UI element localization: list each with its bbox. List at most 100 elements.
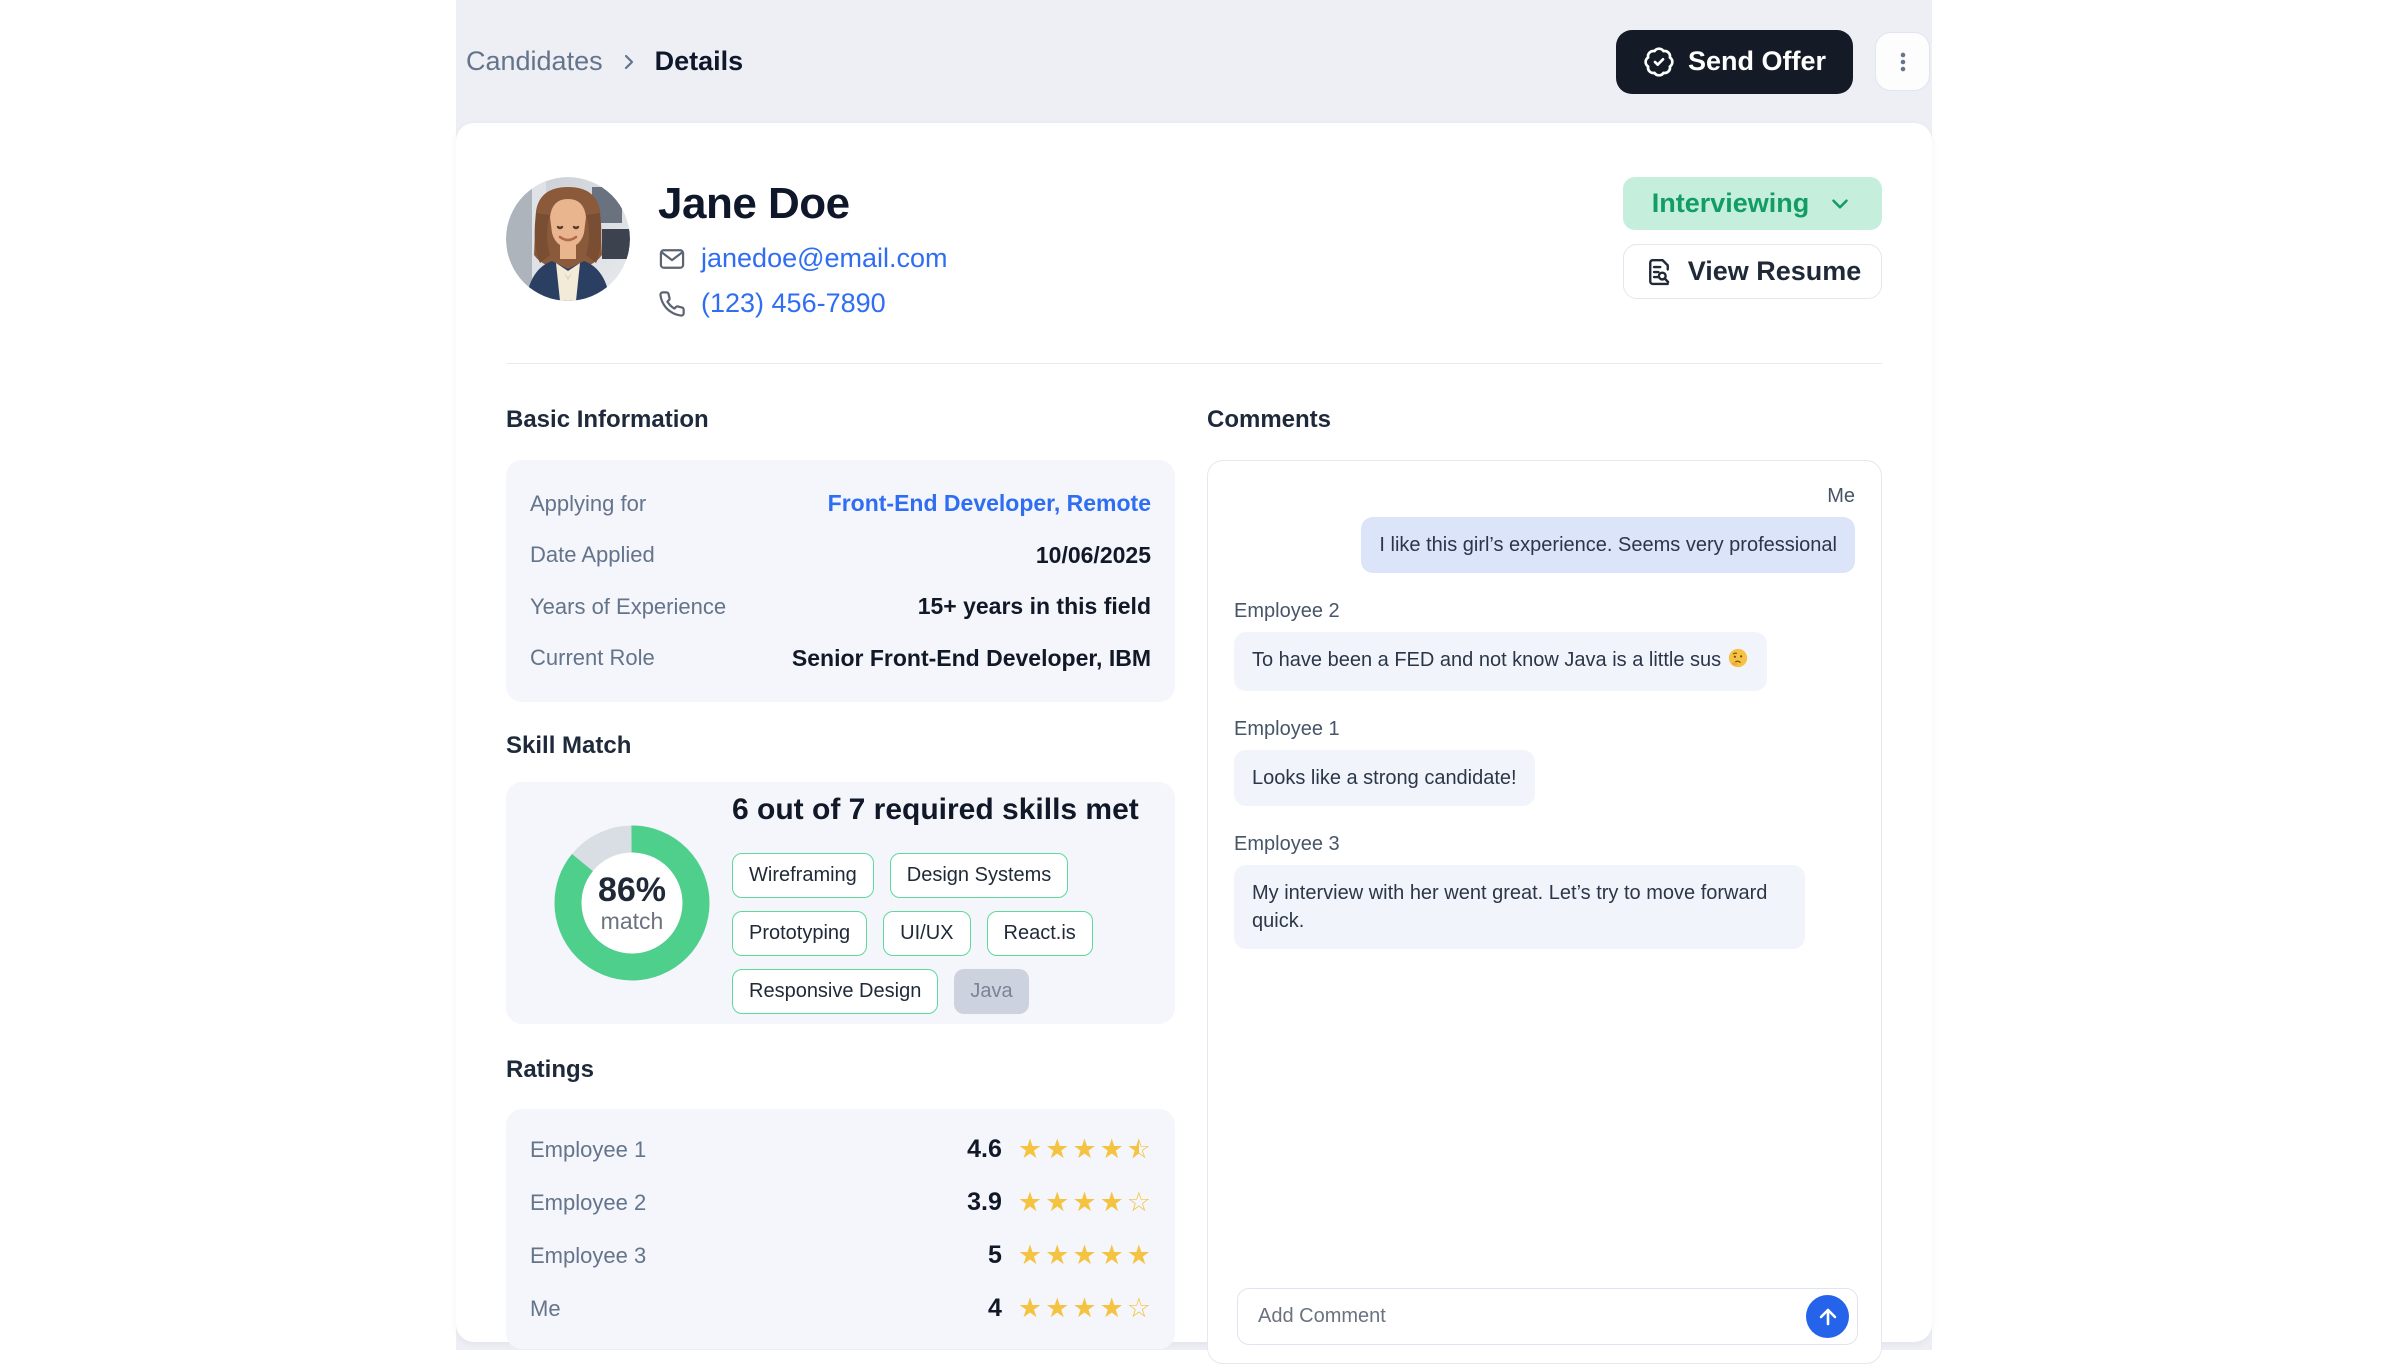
candidate-name: Jane Doe — [658, 179, 948, 229]
comment-author: Employee 2 — [1234, 600, 1855, 623]
breadcrumb-candidates[interactable]: Candidates — [466, 46, 603, 77]
right-column: Comments Me I like this girl’s experienc… — [1207, 406, 1882, 1364]
star-full-icon: ★ — [1018, 1136, 1042, 1163]
add-comment-input[interactable] — [1238, 1305, 1806, 1328]
profile-actions: Interviewing View Resume — [1623, 177, 1882, 319]
star-rating: ★★★★☆★ — [1018, 1136, 1151, 1163]
donut-center-label: 86% match — [554, 825, 710, 981]
chevron-down-icon — [1827, 191, 1853, 217]
breadcrumb-details: Details — [655, 46, 744, 77]
rating-score: 5 — [988, 1241, 1002, 1270]
send-offer-button[interactable]: Send Offer — [1616, 30, 1853, 94]
arrow-up-icon — [1816, 1305, 1840, 1329]
envelope-icon — [658, 245, 686, 273]
send-comment-button[interactable] — [1806, 1295, 1849, 1338]
rater-name: Employee 3 — [530, 1243, 646, 1269]
skill-chip: Responsive Design — [732, 969, 938, 1014]
more-options-button[interactable] — [1875, 32, 1930, 91]
star-full-icon: ★ — [1018, 1295, 1042, 1322]
file-search-icon — [1644, 257, 1674, 287]
info-value: 10/06/2025 — [1036, 542, 1151, 569]
skill-chip: React.is — [987, 911, 1093, 956]
phone-row: (123) 456-7890 — [658, 288, 948, 319]
star-full-icon: ★ — [1127, 1242, 1151, 1269]
star-empty-icon: ☆ — [1127, 1189, 1151, 1216]
rating-score: 4.6 — [967, 1135, 1002, 1164]
basic-info-card: Applying for Front-End Developer, Remote… — [506, 460, 1175, 702]
status-dropdown[interactable]: Interviewing — [1623, 177, 1882, 230]
info-row-date-applied: Date Applied 10/06/2025 — [530, 542, 1151, 569]
match-percent-sub: match — [601, 908, 664, 935]
rating-row-employee-3: Employee 3 5 ★★★★★ — [530, 1241, 1151, 1270]
applying-for-link[interactable]: Front-End Developer, Remote — [828, 490, 1151, 517]
rating-score: 3.9 — [967, 1188, 1002, 1217]
skill-chip: Java — [954, 969, 1028, 1014]
skill-chip: Wireframing — [732, 853, 874, 898]
star-full-icon: ★ — [1045, 1136, 1069, 1163]
comment-bubble: To have been a FED and not know Java is … — [1234, 632, 1767, 691]
info-label: Date Applied — [530, 542, 655, 568]
profile-header: Jane Doe janedoe@email.com (123) 456-789… — [506, 123, 1882, 319]
comment-author: Me — [1234, 485, 1855, 508]
comments-card: Me I like this girl’s experience. Seems … — [1207, 460, 1882, 1364]
send-offer-label: Send Offer — [1688, 46, 1826, 77]
content-columns: Basic Information Applying for Front-End… — [506, 406, 1882, 1364]
info-label: Applying for — [530, 491, 646, 517]
skill-match-title: Skill Match — [506, 732, 1175, 760]
topbar-actions: Send Offer — [1616, 30, 1930, 94]
match-percent: 86% — [598, 871, 666, 910]
rating-score: 4 — [988, 1294, 1002, 1323]
skill-chip: UI/UX — [883, 911, 970, 956]
basic-info-title: Basic Information — [506, 406, 1175, 434]
star-rating: ★★★★☆ — [1018, 1295, 1151, 1322]
comments-title: Comments — [1207, 406, 1882, 434]
star-full-icon: ★ — [1100, 1189, 1124, 1216]
candidate-avatar — [506, 177, 630, 301]
star-full-icon: ★ — [1100, 1295, 1124, 1322]
comment-bubble: My interview with her went great. Let’s … — [1234, 865, 1805, 949]
star-rating: ★★★★☆ — [1018, 1189, 1151, 1216]
info-value: 15+ years in this field — [918, 593, 1151, 620]
candidate-phone-link[interactable]: (123) 456-7890 — [701, 288, 886, 319]
skill-chip: Design Systems — [890, 853, 1069, 898]
view-resume-button[interactable]: View Resume — [1623, 244, 1882, 299]
rater-name: Me — [530, 1296, 561, 1322]
comments-scroll-area[interactable]: Me I like this girl’s experience. Seems … — [1234, 485, 1855, 1255]
comment-text: To have been a FED and not know Java is … — [1252, 649, 1721, 671]
rating-row-employee-1: Employee 1 4.6★★★★☆★ — [530, 1135, 1151, 1164]
app-column: Candidates Details Send Offer — [456, 0, 1932, 1350]
ratings-card: Employee 1 4.6★★★★☆★ Employee 2 3.9★★★★☆… — [506, 1109, 1175, 1349]
star-half-icon: ☆★ — [1127, 1136, 1151, 1163]
top-bar: Candidates Details Send Offer — [456, 0, 1932, 123]
rating-row-me: Me 4★★★★☆ — [530, 1294, 1151, 1323]
info-row-current-role: Current Role Senior Front-End Developer,… — [530, 645, 1151, 672]
rater-name: Employee 1 — [530, 1137, 646, 1163]
skill-summary: 6 out of 7 required skills met — [732, 793, 1172, 827]
comment-author: Employee 1 — [1234, 718, 1855, 741]
breadcrumb: Candidates Details — [466, 46, 743, 77]
info-label: Current Role — [530, 645, 655, 671]
star-full-icon: ★ — [1072, 1136, 1096, 1163]
skill-match-details: 6 out of 7 required skills met Wireframi… — [732, 793, 1172, 1014]
star-full-icon: ★ — [1045, 1189, 1069, 1216]
kebab-menu-icon — [1890, 49, 1916, 75]
skill-chip: Prototyping — [732, 911, 867, 956]
phone-icon — [658, 290, 686, 318]
comment-bubble: Looks like a strong candidate! — [1234, 750, 1535, 806]
chevron-right-icon — [617, 50, 641, 74]
thinking-face-emoji-icon — [1727, 647, 1749, 677]
email-row: janedoe@email.com — [658, 243, 948, 274]
star-rating: ★★★★★ — [1018, 1242, 1151, 1269]
candidate-details-card: Jane Doe janedoe@email.com (123) 456-789… — [456, 123, 1932, 1342]
section-divider — [506, 363, 1882, 364]
star-full-icon: ★ — [1072, 1189, 1096, 1216]
candidate-email-link[interactable]: janedoe@email.com — [701, 243, 948, 274]
skill-match-donut: 86% match — [554, 825, 710, 981]
left-column: Basic Information Applying for Front-End… — [506, 406, 1175, 1364]
star-full-icon: ★ — [1045, 1242, 1069, 1269]
view-resume-label: View Resume — [1688, 256, 1862, 287]
add-comment-bar — [1237, 1288, 1858, 1345]
rater-name: Employee 2 — [530, 1190, 646, 1216]
star-full-icon: ★ — [1018, 1242, 1042, 1269]
ratings-section: Ratings Employee 1 4.6★★★★☆★ Employee 2 … — [506, 1056, 1175, 1349]
